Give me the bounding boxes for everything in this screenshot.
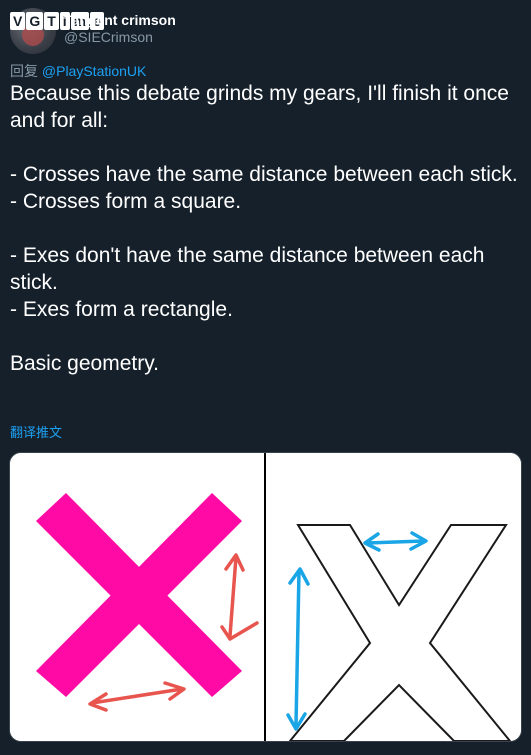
- watermark-letter: V: [10, 12, 26, 30]
- watermark-letter: T: [44, 12, 59, 30]
- reply-context: 回复 @PlayStationUK: [10, 61, 146, 81]
- tweet-header: V G T i m e Tangent crimson @SIECrimson: [0, 0, 531, 56]
- tweet-media-image[interactable]: [9, 452, 522, 742]
- reply-prefix: 回复: [10, 63, 38, 79]
- author-handle[interactable]: @SIECrimson: [64, 29, 153, 45]
- translate-tweet-link[interactable]: 翻译推文: [10, 422, 62, 441]
- blue-arrow-horizontal: [364, 539, 426, 545]
- media-illustration: [10, 453, 521, 741]
- reply-mention-link[interactable]: @PlayStationUK: [42, 63, 146, 79]
- tweet-body: Because this debate grinds my gears, I'l…: [10, 82, 518, 375]
- watermark-letter: G: [26, 12, 44, 30]
- author-display-name[interactable]: Tangent crimson: [64, 12, 176, 28]
